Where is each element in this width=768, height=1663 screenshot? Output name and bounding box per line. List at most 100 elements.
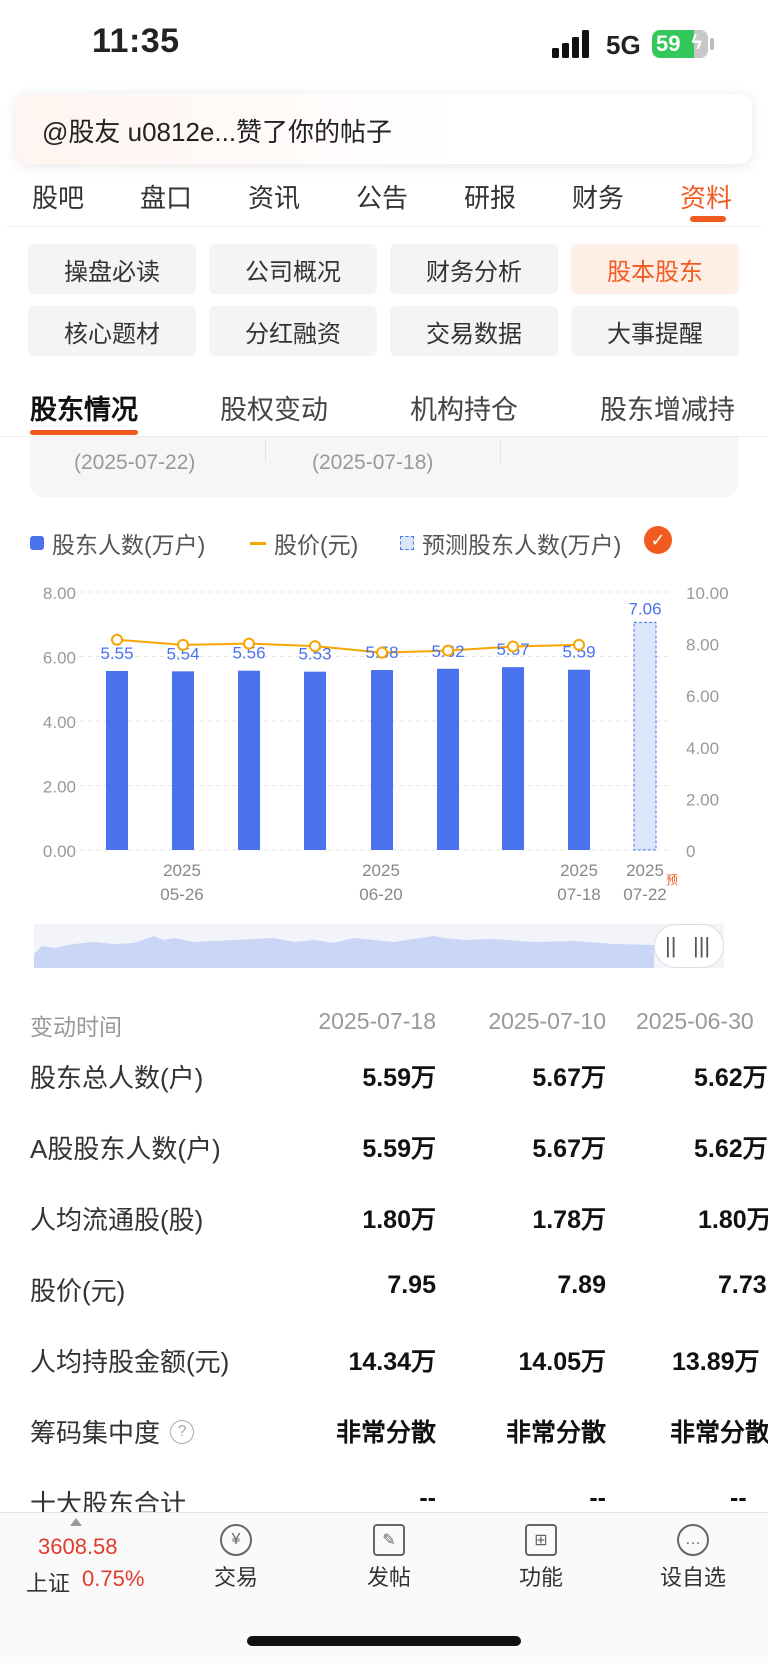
- table-cell: --: [419, 1484, 436, 1512]
- bar: [502, 667, 524, 850]
- predicted-bar: [633, 621, 657, 851]
- nav-add-watchlist[interactable]: … 设自选: [633, 1524, 753, 1592]
- battery-level: 59: [656, 31, 681, 56]
- nav-functions[interactable]: ⊞ 功能: [481, 1524, 601, 1592]
- predict-marker: 预: [666, 873, 678, 887]
- nav-post[interactable]: ✎ 发帖: [329, 1524, 449, 1592]
- y-left-tick-label: 4.00: [43, 713, 76, 732]
- y-left-tick-label: 6.00: [43, 649, 76, 668]
- edit-icon: ✎: [373, 1524, 405, 1556]
- table-cell: 5.59万: [362, 1135, 436, 1163]
- tab-caiwu[interactable]: 财务: [572, 178, 624, 215]
- tab-ziliao[interactable]: 资料: [680, 178, 732, 215]
- status-time: 11:35: [92, 22, 180, 60]
- card-divider: [265, 440, 266, 462]
- table-cell: 7.73: [718, 1271, 767, 1299]
- card-date: (2025-07-22): [74, 451, 196, 474]
- chip-caopan[interactable]: 操盘必读: [28, 244, 196, 294]
- tab-pankou[interactable]: 盘口: [140, 178, 192, 215]
- legend-shareholders[interactable]: 股东人数(万户): [30, 526, 205, 560]
- help-icon[interactable]: ?: [170, 1419, 195, 1444]
- row-label: 股东总人数(户): [30, 1063, 204, 1093]
- legend-label: 预测股东人数(万户): [422, 532, 622, 558]
- table-cell: 7.89: [557, 1271, 606, 1299]
- chip-trading-data[interactable]: 交易数据: [390, 306, 558, 356]
- nav-label: 交易: [213, 1565, 258, 1590]
- tab-shareholder-status[interactable]: 股东情况: [30, 388, 138, 427]
- price-point: [309, 640, 321, 653]
- overview-sparkline: [34, 936, 654, 968]
- table-cell: 5.62万: [694, 1064, 768, 1092]
- nav-trade[interactable]: ¥ 交易: [176, 1524, 296, 1592]
- chart-overview[interactable]: [34, 924, 724, 968]
- x-tick-year: 2025: [626, 861, 664, 880]
- table-cell: 7.95: [387, 1271, 436, 1299]
- table-cell: 非常分散: [505, 1419, 606, 1447]
- table-cell: 5.62万: [694, 1135, 768, 1163]
- tab-holding-changes[interactable]: 股东增减持: [600, 388, 735, 427]
- y-left-tick-label: 0.00: [43, 842, 76, 861]
- y-left-tick-label: 8.00: [43, 584, 76, 603]
- bar: [238, 670, 260, 850]
- bar: [304, 671, 326, 850]
- notification-text: @股友 u0812e...赞了你的帖子: [42, 117, 393, 147]
- home-indicator[interactable]: [247, 1636, 521, 1646]
- caret-up-icon[interactable]: [70, 1518, 82, 1526]
- grid-icon: ⊞: [525, 1524, 557, 1556]
- table-cell: --: [589, 1484, 606, 1512]
- predicted-label: 7.06: [628, 599, 661, 618]
- nav-label: 功能: [518, 1565, 563, 1590]
- shareholder-chart: 8.00 6.00 4.00 2.00 0.00 10.00 8.00 6.00 4.00 2.0…: [43, 584, 729, 904]
- column-date: 2025-06-30: [636, 1008, 754, 1034]
- tab-gonggao[interactable]: 公告: [356, 178, 408, 215]
- table-cell: 13.89万: [672, 1348, 760, 1376]
- tab-zixun[interactable]: 资讯: [248, 178, 300, 215]
- price-point: [442, 644, 454, 657]
- row-label: 人均流通股(股): [30, 1205, 204, 1235]
- bar: [437, 668, 459, 850]
- legend-label: 股价(元): [274, 532, 359, 558]
- row-label: 筹码集中度: [30, 1418, 161, 1448]
- price-point: [177, 638, 189, 651]
- chip-financial-analysis[interactable]: 财务分析: [390, 244, 558, 294]
- bar-swatch: [30, 536, 44, 550]
- table-cell: 1.80万: [362, 1206, 436, 1234]
- y-right-tick-label: 8.00: [686, 636, 719, 655]
- handle-grip-left: ||: [665, 933, 677, 958]
- chip-events[interactable]: 大事提醒: [571, 306, 739, 356]
- check-icon[interactable]: ✓: [644, 526, 672, 554]
- index-name[interactable]: 上证: [26, 1566, 70, 1598]
- y-right-tick-label: 4.00: [686, 739, 719, 758]
- chip-core-themes[interactable]: 核心题材: [28, 306, 196, 356]
- notification-banner[interactable]: @股友 u0812e...赞了你的帖子: [16, 94, 752, 164]
- index-change[interactable]: 0.75%: [82, 1566, 144, 1592]
- tab-guba[interactable]: 股吧: [32, 178, 84, 215]
- chip-shareholders[interactable]: 股本股东: [571, 244, 739, 294]
- tab-yanbao[interactable]: 研报: [464, 178, 516, 215]
- active-tab-indicator: [690, 216, 726, 222]
- table-cell: 14.05万: [518, 1348, 606, 1376]
- index-price[interactable]: 3608.58: [38, 1534, 118, 1560]
- table-header-label: 变动时间: [30, 1014, 122, 1040]
- legend-predicted[interactable]: 预测股东人数(万户): [400, 526, 621, 560]
- more-icon: …: [677, 1524, 709, 1556]
- row-label: A股股东人数(户): [30, 1134, 221, 1164]
- charging-bolt-icon: ϟ: [691, 32, 702, 54]
- tab-equity-change[interactable]: 股权变动: [220, 388, 328, 427]
- active-section-indicator: [30, 430, 138, 435]
- column-date: 2025-07-10: [488, 1008, 606, 1034]
- signal-icon: [552, 30, 589, 58]
- chip-company-profile[interactable]: 公司概况: [209, 244, 377, 294]
- x-tick-date: 06-20: [359, 885, 402, 904]
- yen-icon: ¥: [220, 1524, 252, 1556]
- price-point: [573, 638, 585, 651]
- table-cell: 5.67万: [532, 1135, 606, 1163]
- bar: [568, 669, 590, 850]
- chip-dividend[interactable]: 分红融资: [209, 306, 377, 356]
- legend-price[interactable]: 股价(元): [250, 526, 358, 560]
- tab-institution-holdings[interactable]: 机构持仓: [410, 388, 518, 427]
- y-left-tick-label: 2.00: [43, 778, 76, 797]
- overview-handle[interactable]: || |||: [654, 924, 724, 968]
- table-cell: 非常分散: [335, 1419, 436, 1447]
- bar: [106, 671, 128, 850]
